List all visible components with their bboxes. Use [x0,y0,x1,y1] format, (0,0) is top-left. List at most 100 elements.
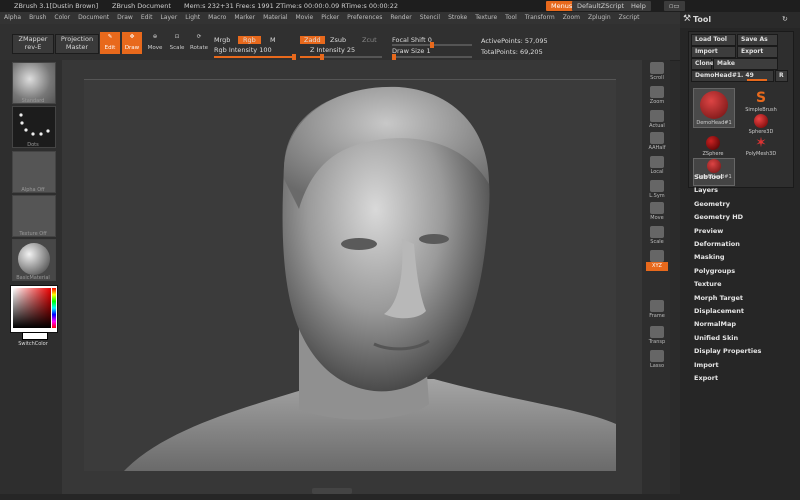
shelf-scroll-button[interactable]: Scroll [646,62,668,84]
clone-button[interactable]: Clone [691,58,714,70]
shelf-frame-button[interactable]: Frame [646,300,668,322]
brush-label: Standard [21,98,45,104]
menu-stroke[interactable]: Stroke [444,12,471,24]
window-controls[interactable]: ▫▭ [664,1,685,11]
zmapper-button[interactable]: ZMapper rev-E [12,34,54,54]
shelf-lasso-button[interactable]: Lasso [646,350,668,372]
subpalette-geometry[interactable]: Geometry [694,200,730,208]
shelf-scale-button[interactable]: Scale [646,226,668,248]
lasso-icon [650,350,664,362]
menu-transform[interactable]: Transform [521,12,559,24]
mesh-polymesh3d[interactable]: ✶ PolyMesh3D [743,136,779,164]
move-icon [650,202,664,214]
subpalette-display-properties[interactable]: Display Properties [694,347,761,355]
m-button[interactable]: M [270,36,276,44]
title-bar: ZBrush 3.1[Dustin Brown] ZBrush Document… [0,0,800,12]
menu-render[interactable]: Render [386,12,415,24]
mrgb-button[interactable]: Mrgb [214,36,230,44]
subpalette-polygroups[interactable]: Polygroups [694,267,735,275]
subpalette-subtool[interactable]: SubTool [694,173,723,181]
menu-zplugin[interactable]: Zplugin [584,12,615,24]
edit-button[interactable]: ✎ Edit [100,32,120,54]
refresh-icon[interactable]: ↻ [782,15,788,23]
menu-zscript[interactable]: Zscript [615,12,644,24]
mesh-demohead-1[interactable]: DemoHead#1 [693,88,735,128]
r-button[interactable]: R [775,70,788,82]
zsub-button[interactable]: Zsub [330,36,346,44]
menu-draw[interactable]: Draw [113,12,137,24]
menu-movie[interactable]: Movie [291,12,317,24]
color-picker[interactable] [10,285,58,333]
menu-tool[interactable]: Tool [501,12,521,24]
menu-marker[interactable]: Marker [230,12,259,24]
help-button[interactable]: Help [626,1,651,11]
shelf-zoom-button[interactable]: Zoom [646,86,668,108]
menu-document[interactable]: Document [74,12,113,24]
rgb-button[interactable]: Rgb [238,36,261,44]
subpalette-geometry-hd[interactable]: Geometry HD [694,213,743,221]
menu-light[interactable]: Light [181,12,204,24]
document-canvas[interactable] [84,79,616,471]
menu-color[interactable]: Color [50,12,74,24]
secondary-color-swatch[interactable] [22,332,48,340]
menu-brush[interactable]: Brush [25,12,50,24]
subpalette-import[interactable]: Import [694,361,719,369]
load-tool-button[interactable]: Load Tool [691,34,736,46]
shelf-local-button[interactable]: Local [646,156,668,178]
subpalette-deformation[interactable]: Deformation [694,240,740,248]
shelf-actual-button[interactable]: Actual [646,110,668,132]
aahalf-icon [650,132,664,144]
menu-picker[interactable]: Picker [317,12,343,24]
z-intensity-slider[interactable] [300,54,382,60]
move-button[interactable]: ⊕ Move [145,32,165,54]
menu-edit[interactable]: Edit [137,12,157,24]
menu-stencil[interactable]: Stencil [416,12,444,24]
shelf-aahalf-button[interactable]: AAHalf [646,132,668,154]
scale-button[interactable]: ⊡ Scale [167,32,187,54]
sculpted-head-model[interactable] [84,79,616,471]
make-polymesh-button[interactable]: Make PolyMesh3D [713,58,778,77]
menu-alpha[interactable]: Alpha [0,12,25,24]
subpalette-preview[interactable]: Preview [694,227,723,235]
draw-button[interactable]: ✥ Draw [122,32,142,54]
focal-shift-slider[interactable] [392,42,472,48]
draw-size-slider[interactable] [392,54,472,60]
document-title: ZBrush Document [112,2,171,10]
focal-shift-knob[interactable] [430,42,434,48]
default-zscript-button[interactable]: DefaultZScript [572,1,630,11]
subpalette-morph-target[interactable]: Morph Target [694,294,743,302]
subpalette-masking[interactable]: Masking [694,253,725,261]
zcut-button[interactable]: Zcut [362,36,377,44]
menu-preferences[interactable]: Preferences [343,12,386,24]
projection-master-button[interactable]: Projection Master [55,34,99,54]
import-tool-button[interactable]: Import [691,46,736,58]
subpalette-layers[interactable]: Layers [694,186,718,194]
subpalette-unified-skin[interactable]: Unified Skin [694,334,738,342]
subpalette-texture[interactable]: Texture [694,280,722,288]
rotate-button[interactable]: ⟳ Rotate [189,32,209,54]
shelf-xyz-button[interactable]: XYZ [646,262,668,271]
projection-sub-label: Master [65,43,89,51]
subpalette-export[interactable]: Export [694,374,718,382]
menu-zoom[interactable]: Zoom [559,12,584,24]
menu-layer[interactable]: Layer [156,12,181,24]
local-icon [650,156,664,168]
menu-texture[interactable]: Texture [471,12,501,24]
export-tool-button[interactable]: Export [737,46,778,58]
shelf-lsym-button[interactable]: L.Sym [646,180,668,202]
color-field[interactable] [13,288,51,328]
hue-strip[interactable] [52,288,56,328]
menu-macro[interactable]: Macro [204,12,230,24]
save-as-button[interactable]: Save As [737,34,778,46]
switch-color-button[interactable]: SwitchColor [12,341,54,347]
shelf-move-button[interactable]: Move [646,202,668,224]
subpalette-displacement[interactable]: Displacement [694,307,744,315]
subpalette-normalmap[interactable]: NormalMap [694,320,736,328]
shelf-transp-button[interactable]: Transp [646,326,668,348]
mesh-demohead-2[interactable]: DemoHead#1 [693,158,735,186]
canvas-area[interactable] [62,60,642,495]
menu-material[interactable]: Material [259,12,291,24]
rgb-intensity-slider[interactable] [214,54,296,60]
zadd-button[interactable]: Zadd [300,36,325,44]
transp-icon [650,326,664,338]
